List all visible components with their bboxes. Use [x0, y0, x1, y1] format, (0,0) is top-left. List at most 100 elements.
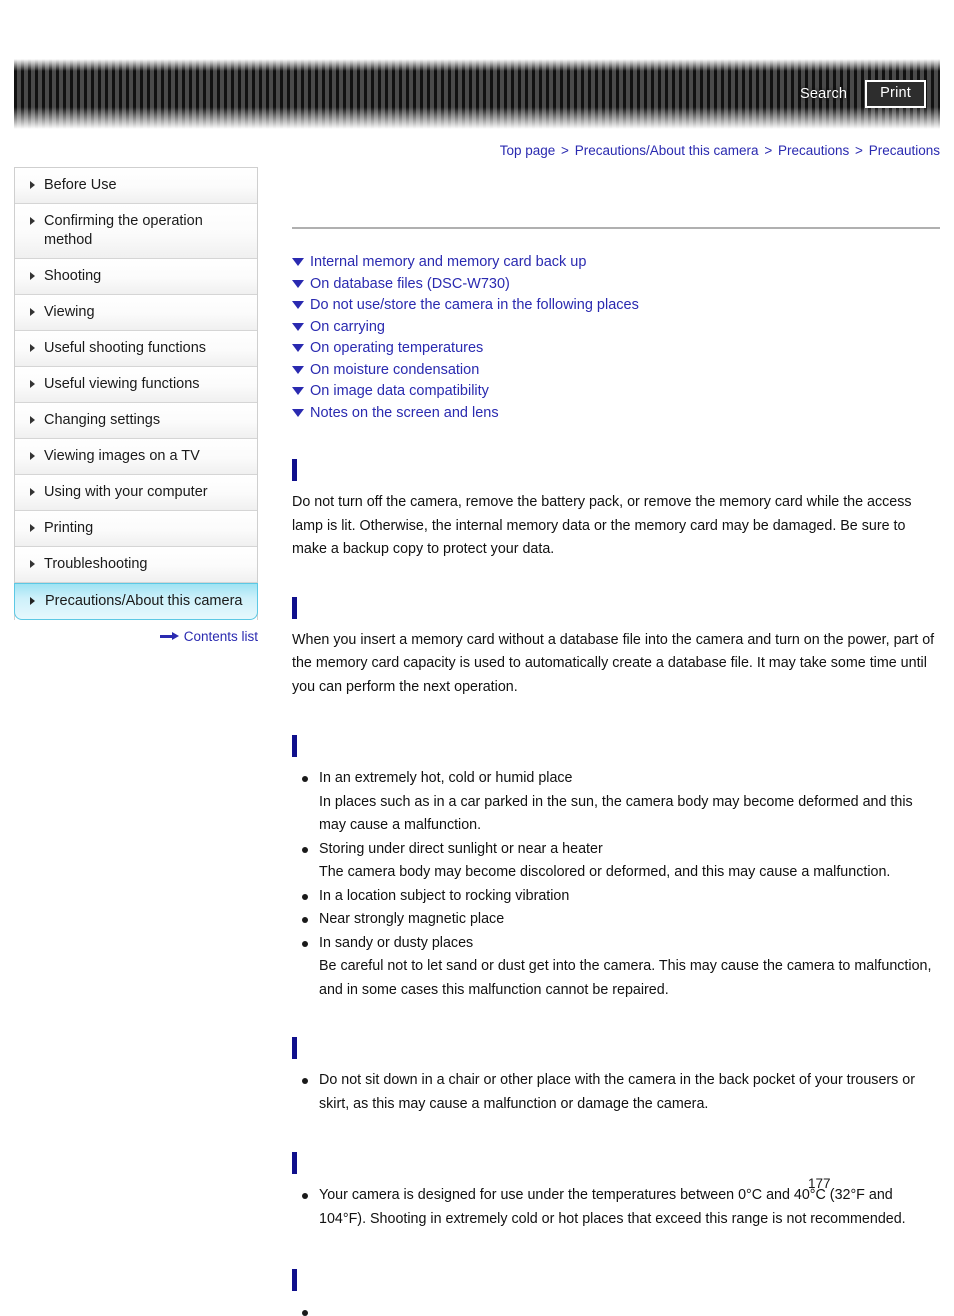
sidebar-item-shooting[interactable]: Shooting: [15, 259, 257, 295]
arrow-right-icon: [159, 632, 180, 641]
section-on-operating-temperatures: Your camera is designed for use under th…: [292, 1150, 940, 1231]
anchor-link-label: On moisture condensation: [310, 361, 480, 378]
anchor-link-label: On database files (DSC-W730): [310, 275, 510, 292]
sidebar: Before Use Confirming the operation meth…: [14, 167, 258, 644]
anchor-link-list: Internal memory and memory card back up …: [292, 252, 940, 424]
anchor-link-label: Do not use/store the camera in the follo…: [310, 297, 639, 313]
sidebar-nav-list: Before Use Confirming the operation meth…: [14, 167, 258, 620]
header-actions: Search Print: [796, 59, 926, 129]
bullet-list: In an extremely hot, cold or humid place…: [292, 767, 940, 1002]
sidebar-item-label: Confirming the operation method: [44, 213, 203, 248]
sidebar-item-label: Before Use: [44, 177, 117, 193]
breadcrumb-item-precautions-current[interactable]: Precautions: [869, 143, 940, 158]
section-heading: [292, 1150, 940, 1175]
anchor-link-label: On image data compatibility: [310, 383, 489, 399]
header-banner: Search Print: [14, 59, 940, 129]
section-heading: [292, 457, 940, 482]
breadcrumb-separator: >: [855, 143, 863, 158]
list-item-text: Near strongly magnetic place: [319, 911, 505, 927]
sidebar-item-changing-settings[interactable]: Changing settings: [15, 403, 257, 439]
search-link[interactable]: Search: [796, 84, 851, 104]
page-number: 177: [808, 1176, 831, 1191]
anchor-link-internal-memory-and-memory-card-back-up[interactable]: Internal memory and memory card back up: [292, 252, 940, 274]
sidebar-item-label: Useful shooting functions: [44, 340, 207, 356]
section-on-database-files: When you insert a memory card without a …: [292, 595, 940, 700]
bullet-list: Do not sit down in a chair or other plac…: [292, 1069, 940, 1116]
triangle-down-icon: [292, 365, 304, 374]
breadcrumb-item-precautions[interactable]: Precautions: [778, 143, 849, 158]
section-body: In an extremely hot, cold or humid place…: [292, 767, 940, 1002]
section-body: Do not turn off the camera, remove the b…: [292, 491, 940, 562]
contents-list-link[interactable]: Contents list: [14, 629, 258, 644]
anchor-link-on-database-files[interactable]: On database files (DSC-W730): [292, 274, 940, 296]
sidebar-item-printing[interactable]: Printing: [15, 511, 257, 547]
breadcrumb-separator: >: [764, 143, 773, 158]
section-do-not-use-store-places: In an extremely hot, cold or humid place…: [292, 733, 940, 1002]
triangle-down-icon: [292, 301, 304, 309]
sidebar-item-label: Shooting: [44, 268, 102, 284]
section-heading: [292, 595, 940, 620]
title-divider: [292, 227, 940, 229]
triangle-right-icon: [30, 181, 35, 189]
anchor-link-label: Internal memory and memory card back up: [310, 254, 587, 270]
triangle-down-icon: [292, 408, 304, 417]
sidebar-item-useful-shooting-functions[interactable]: Useful shooting functions: [15, 331, 257, 367]
sidebar-item-label: Using with your computer: [44, 484, 208, 500]
list-item-text: Storing under direct sunlight or near a …: [319, 840, 603, 857]
bullet-list: Your camera is designed for use under th…: [292, 1184, 940, 1231]
sidebar-item-troubleshooting[interactable]: Troubleshooting: [15, 547, 257, 583]
sidebar-item-using-with-your-computer[interactable]: Using with your computer: [15, 475, 257, 511]
section-on-moisture-condensation: [292, 1267, 940, 1316]
triangle-right-icon: [30, 560, 35, 568]
anchor-link-on-carrying[interactable]: On carrying: [292, 317, 940, 339]
list-item-detail: In places such as in a car parked in the…: [319, 793, 913, 834]
breadcrumb: Top page > Precautions/About this camera…: [500, 143, 940, 158]
triangle-right-icon: [30, 217, 35, 225]
section-internal-memory-back-up: Do not turn off the camera, remove the b…: [292, 457, 940, 562]
list-item-text: Do not sit down in a chair or other plac…: [319, 1072, 916, 1112]
section-heading: [292, 1267, 940, 1292]
anchor-link-notes-on-the-screen-and-lens[interactable]: Notes on the screen and lens: [292, 403, 940, 425]
section-heading: [292, 1035, 940, 1060]
list-item-text: In sandy or dusty places: [319, 934, 474, 951]
sidebar-item-useful-viewing-functions[interactable]: Useful viewing functions: [15, 367, 257, 403]
anchor-link-on-operating-temperatures[interactable]: On operating temperatures: [292, 338, 940, 360]
sidebar-item-before-use[interactable]: Before Use: [15, 168, 257, 204]
sidebar-item-label: Useful viewing functions: [44, 376, 200, 392]
anchor-link-on-moisture-condensation[interactable]: On moisture condensation: [292, 360, 940, 382]
list-item: Your camera is designed for use under th…: [292, 1184, 940, 1231]
section-heading: [292, 733, 940, 758]
section-body: Do not sit down in a chair or other plac…: [292, 1069, 940, 1116]
sidebar-item-precautions-about-this-camera[interactable]: Precautions/About this camera: [14, 583, 258, 620]
list-item: Do not sit down in a chair or other plac…: [292, 1069, 940, 1116]
sidebar-item-viewing-images-on-a-tv[interactable]: Viewing images on a TV: [15, 439, 257, 475]
list-item-text: In an extremely hot, cold or humid place: [319, 770, 573, 786]
triangle-down-icon: [292, 344, 304, 352]
section-on-carrying: Do not sit down in a chair or other plac…: [292, 1035, 940, 1116]
sidebar-item-viewing[interactable]: Viewing: [15, 295, 257, 331]
triangle-down-icon: [292, 279, 304, 288]
print-button[interactable]: Print: [865, 79, 926, 109]
sidebar-item-label: Troubleshooting: [44, 556, 148, 572]
anchor-link-on-image-data-compatibility[interactable]: On image data compatibility: [292, 381, 940, 403]
sidebar-item-label: Viewing images on a TV: [44, 448, 200, 464]
section-paragraph: Do not turn off the camera, remove the b…: [292, 494, 912, 557]
sidebar-item-label: Changing settings: [44, 412, 161, 428]
triangle-right-icon: [30, 524, 35, 532]
list-item: In sandy or dusty places Be careful not …: [292, 932, 940, 1003]
contents-list-label: Contents list: [183, 629, 258, 644]
list-item-text: Your camera is designed for use under th…: [319, 1187, 906, 1227]
sidebar-item-label: Printing: [44, 520, 94, 536]
breadcrumb-item-top-page[interactable]: Top page: [500, 143, 556, 158]
triangle-down-icon: [292, 322, 304, 331]
anchor-link-label: On carrying: [310, 318, 385, 335]
breadcrumb-item-precautions-about-this-camera[interactable]: Precautions/About this camera: [575, 143, 759, 158]
sidebar-item-label: Viewing: [44, 304, 95, 320]
triangle-right-icon: [30, 380, 35, 388]
anchor-link-do-not-use-store-the-camera-in-the-following-places[interactable]: Do not use/store the camera in the follo…: [292, 295, 940, 317]
triangle-down-icon: [292, 387, 304, 395]
triangle-right-icon: [30, 597, 35, 605]
section-body: When you insert a memory card without a …: [292, 629, 940, 700]
list-item: In a location subject to rocking vibrati…: [292, 885, 940, 909]
sidebar-item-confirming-the-operation-method[interactable]: Confirming the operation method: [15, 204, 257, 259]
